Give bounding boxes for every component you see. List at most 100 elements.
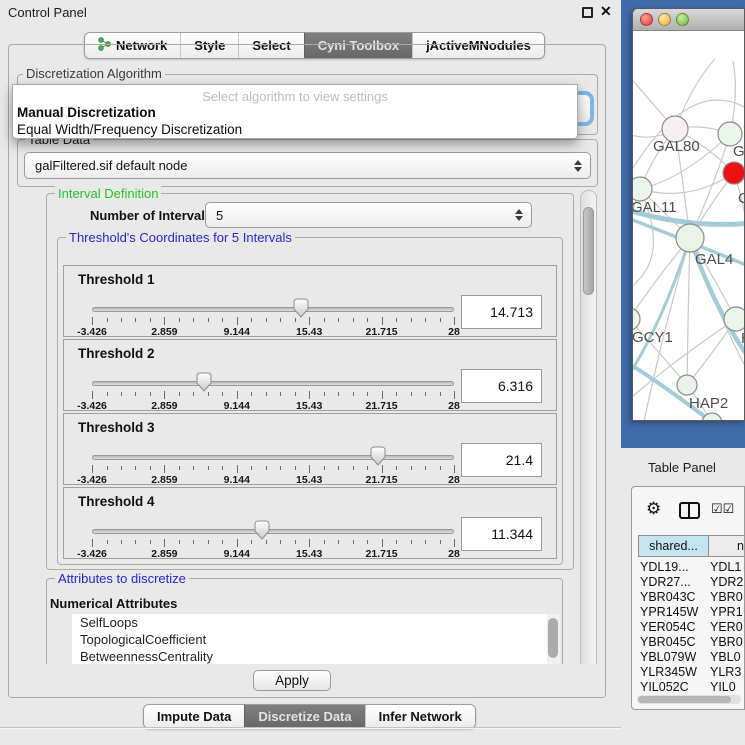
network-edge-highlighted[interactable]: [633, 238, 690, 381]
table-row[interactable]: YDR27...YDR2: [638, 575, 745, 590]
network-node-h[interactable]: [724, 307, 745, 331]
tick-mark: [150, 540, 151, 544]
tick-mark: [179, 318, 180, 322]
network-node-gcy1[interactable]: [633, 308, 640, 330]
table-row[interactable]: YBR045CYBR0: [638, 635, 745, 650]
attributes-list-scrollbar-thumb[interactable]: [548, 618, 558, 658]
slider-thumb[interactable]: [195, 372, 213, 393]
network-window-titlebar[interactable]: [633, 9, 744, 31]
network-node-label: GA: [733, 143, 745, 160]
slider-ticks: [92, 539, 454, 549]
thresholds-coordinates-title: Threshold's Coordinates for 5 Intervals: [66, 230, 295, 245]
slider-track[interactable]: [92, 529, 454, 534]
slider-track[interactable]: [92, 455, 454, 460]
panel-scrollbar[interactable]: [580, 190, 597, 697]
threshold-value-input[interactable]: 6.316: [461, 369, 542, 403]
threshold-value-input[interactable]: 21.4: [461, 443, 542, 477]
popup-option-equal-width-frequency[interactable]: Equal Width/Frequency Discretization: [17, 122, 242, 137]
tick-mark: [382, 539, 383, 547]
bottom-tab-impute-data[interactable]: Impute Data: [144, 705, 244, 728]
tick-mark: [135, 392, 136, 396]
slider-track[interactable]: [92, 307, 454, 312]
attribute-list-item[interactable]: BetweennessCentrality: [72, 648, 560, 664]
tick-mark: [425, 318, 426, 322]
attribute-list-item[interactable]: TopologicalCoefficient: [72, 631, 560, 648]
tick-mark: [440, 540, 441, 544]
slider-thumb[interactable]: [253, 520, 271, 541]
slider-thumb[interactable]: [292, 298, 310, 319]
tick-mark: [237, 391, 238, 399]
column-header-shared-name[interactable]: shared...: [638, 535, 709, 557]
slider-thumb[interactable]: [369, 446, 387, 467]
cell-shared-name: YER054C: [640, 620, 696, 634]
threshold-value-input[interactable]: 14.713: [461, 295, 542, 329]
tick-label: 28: [448, 474, 460, 486]
table-row[interactable]: YBR043CYBR0: [638, 590, 745, 605]
tick-mark: [92, 539, 93, 547]
tick-mark: [324, 466, 325, 470]
bottom-tab-discretize-data[interactable]: Discretize Data: [244, 705, 364, 728]
network-edge[interactable]: [687, 238, 690, 385]
tick-label: -3.426: [77, 548, 107, 560]
tick-label: 2.859: [151, 548, 177, 560]
number-of-intervals-combobox[interactable]: 5: [205, 202, 532, 228]
tick-mark: [164, 317, 165, 325]
tick-label: 21.715: [366, 326, 398, 338]
popup-option-manual-discretization[interactable]: Manual Discretization: [17, 105, 156, 120]
node-table-window: ⚙ ☑☑ shared... n... YDL19...YDL1YDR27...…: [631, 486, 745, 710]
zoom-window-icon[interactable]: [676, 13, 689, 26]
network-canvas[interactable]: GAL80GACGAL11GAL4GCY1HHAP2: [633, 31, 745, 421]
bottom-tab-label: Impute Data: [157, 709, 231, 724]
minimize-window-icon[interactable]: [658, 13, 671, 26]
slider-track[interactable]: [92, 381, 454, 386]
table-data-combobox-value: galFiltered.sif default node: [35, 158, 187, 173]
table-row[interactable]: YIL052CYIL0: [638, 680, 745, 695]
tick-mark: [440, 466, 441, 470]
table-horizontal-scrollbar-thumb[interactable]: [638, 696, 731, 703]
tick-label: 15.43: [296, 548, 322, 560]
close-window-icon[interactable]: [640, 13, 653, 26]
tick-label: 28: [448, 548, 460, 560]
network-node-gal11[interactable]: [633, 177, 652, 201]
tick-mark: [454, 539, 455, 547]
table-row[interactable]: YBL079WYBL0: [638, 650, 745, 665]
float-panel-icon[interactable]: [582, 7, 593, 18]
combo-stepper-icon: [515, 209, 523, 221]
table-row[interactable]: YER054CYER0: [638, 620, 745, 635]
network-edge[interactable]: [640, 173, 734, 193]
attribute-list-item[interactable]: SelfLoops: [72, 614, 560, 631]
threshold-value-input[interactable]: 11.344: [461, 517, 542, 551]
bottom-tab-infer-network[interactable]: Infer Network: [365, 705, 475, 728]
table-row[interactable]: YDL19...YDL1: [638, 560, 745, 575]
tick-mark: [164, 391, 165, 399]
tick-mark: [295, 392, 296, 396]
column-header-name[interactable]: n...: [708, 535, 745, 557]
close-panel-icon[interactable]: ✕: [600, 3, 612, 20]
bottom-tab-strip: Impute Data Discretize DataInfer Network: [143, 704, 476, 729]
select-columns-icon[interactable]: ☑☑: [711, 501, 734, 517]
table-data-combobox[interactable]: galFiltered.sif default node: [24, 152, 591, 179]
apply-button[interactable]: Apply: [253, 670, 331, 691]
table-horizontal-scrollbar[interactable]: [637, 695, 741, 704]
split-view-icon[interactable]: [679, 502, 700, 519]
tick-label: 9.144: [224, 326, 250, 338]
network-node-c[interactable]: [723, 162, 745, 184]
network-edge[interactable]: [633, 238, 690, 319]
network-node-hap2[interactable]: [677, 375, 697, 395]
gear-icon[interactable]: ⚙: [646, 499, 661, 519]
network-node[interactable]: [702, 413, 722, 421]
panel-scrollbar-thumb[interactable]: [583, 207, 594, 295]
cell-name: YLR3: [710, 665, 741, 679]
table-row[interactable]: YLR345WYLR3: [638, 665, 745, 680]
tick-mark: [193, 466, 194, 470]
numerical-attributes-list[interactable]: SelfLoopsTopologicalCoefficientBetweenne…: [72, 614, 560, 664]
tick-mark: [222, 318, 223, 322]
tick-mark: [382, 391, 383, 399]
tick-label: 15.43: [296, 474, 322, 486]
attributes-list-scrollbar[interactable]: [547, 614, 560, 664]
table-row[interactable]: YPR145WYPR1: [638, 605, 745, 620]
cell-shared-name: YPR145W: [640, 605, 698, 619]
popup-placeholder-option[interactable]: Select algorithm to view settings: [13, 89, 577, 104]
tick-mark: [251, 392, 252, 396]
network-node-gal4[interactable]: [676, 224, 704, 252]
